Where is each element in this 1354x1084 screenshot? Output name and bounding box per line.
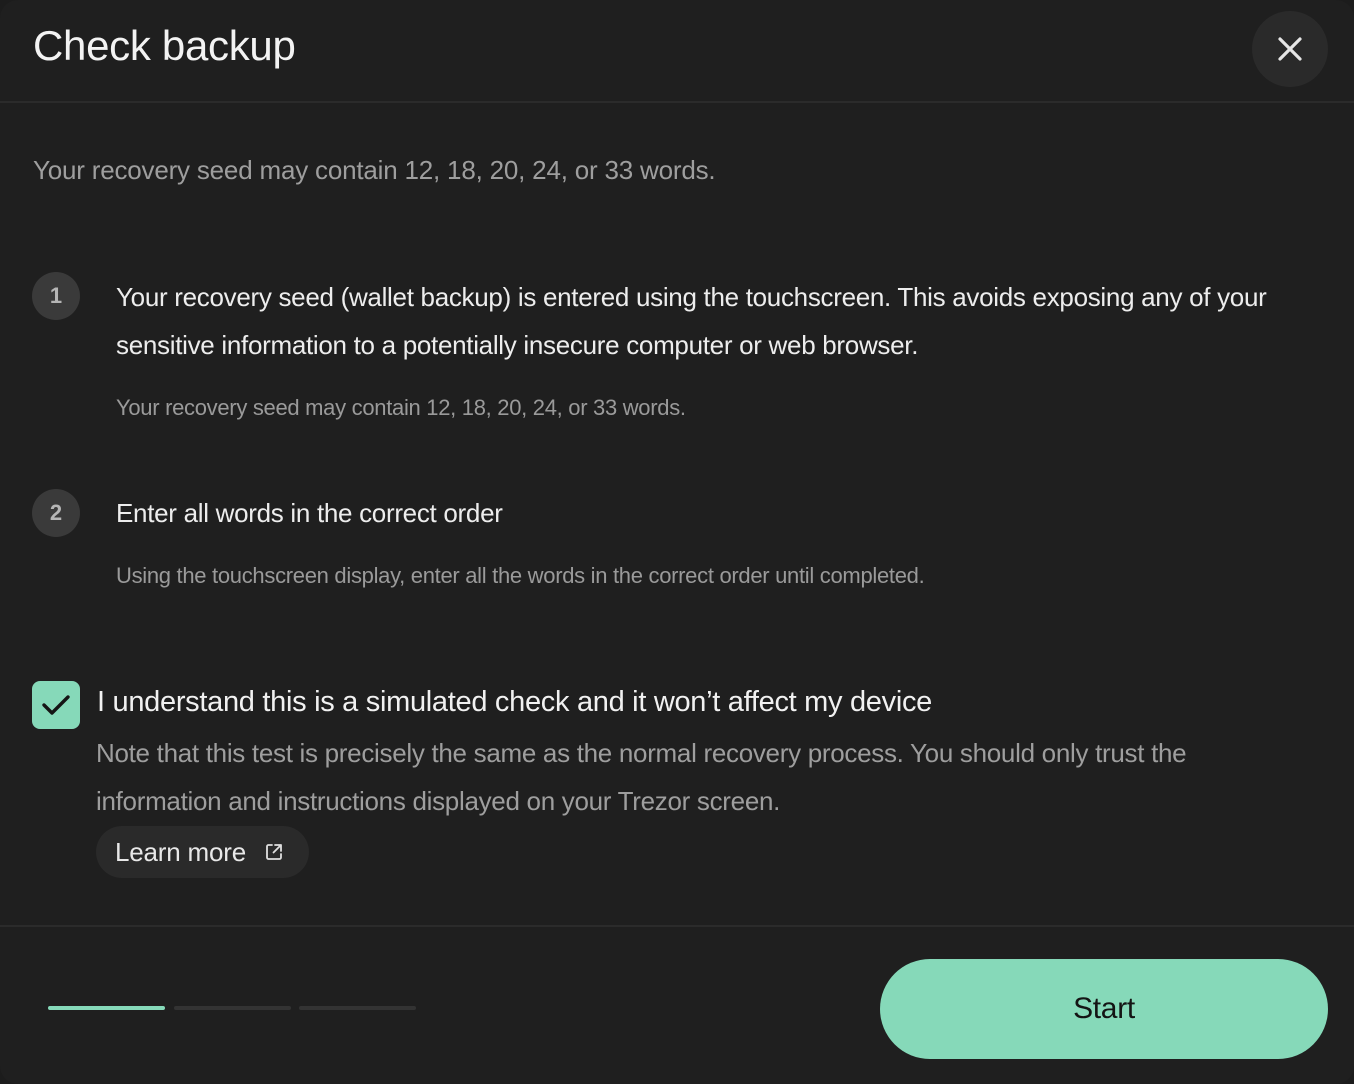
dialog-header: Check backup [0,0,1354,103]
acknowledge-note: Note that this test is precisely the sam… [96,738,1187,816]
progress-step-3 [299,1006,416,1010]
step-title: Enter all words in the correct order [116,498,503,528]
step-number-badge: 1 [32,272,80,320]
learn-more-label: Learn more [115,836,246,867]
close-button[interactable] [1252,11,1328,87]
step-description: Using the touchscreen display, enter all… [116,563,925,588]
close-icon [1277,36,1303,62]
intro-text: Your recovery seed may contain 12, 18, 2… [33,155,716,185]
external-link-icon [264,842,284,862]
acknowledge-checkbox[interactable] [32,681,80,729]
check-backup-dialog: Check backup Your recovery seed may cont… [0,0,1354,1084]
progress-step-2 [174,1006,291,1010]
acknowledge-label[interactable]: I understand this is a simulated check a… [97,686,932,719]
step-title: Your recovery seed (wallet backup) is en… [116,282,1267,360]
step-description: Your recovery seed may contain 12, 18, 2… [116,395,686,420]
footer-divider [0,925,1354,927]
start-button[interactable]: Start [880,959,1328,1059]
checkmark-icon [41,693,71,717]
learn-more-link[interactable]: Learn more [96,826,309,878]
progress-step-1 [48,1006,165,1010]
dialog-title: Check backup [33,22,296,69]
step-number-badge: 2 [32,489,80,537]
